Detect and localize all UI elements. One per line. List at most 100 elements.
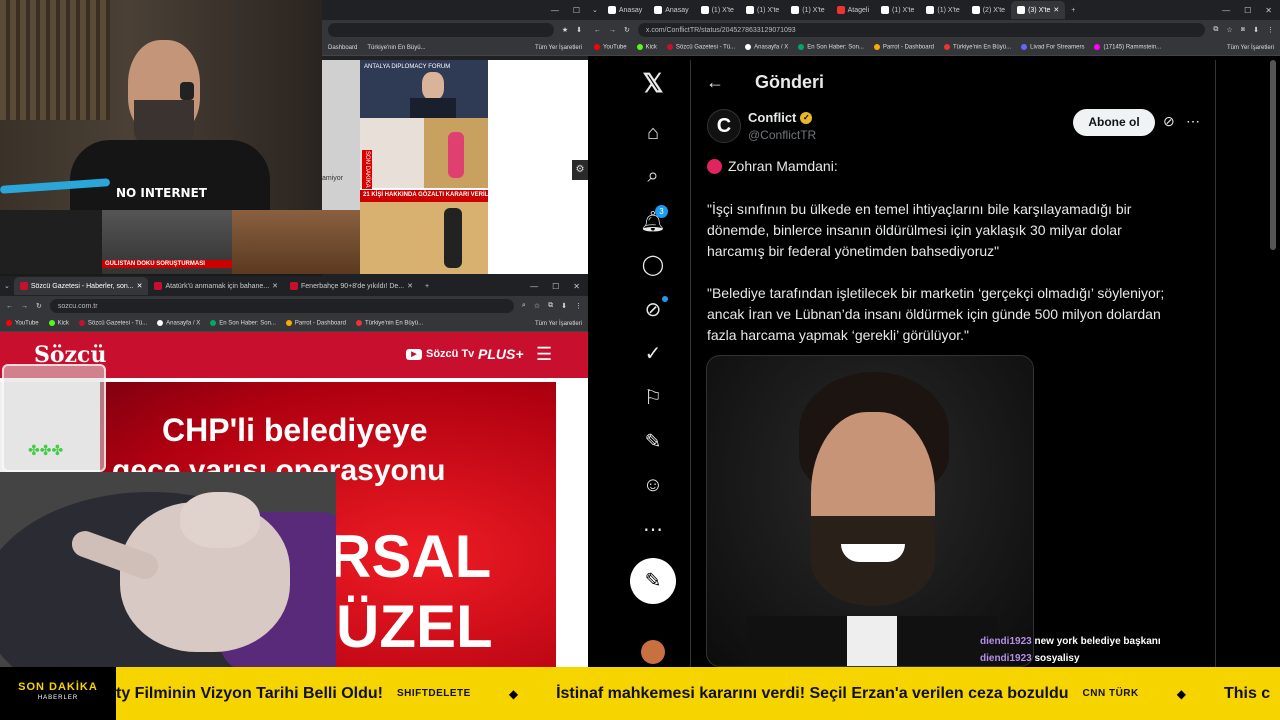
- bookmark-x[interactable]: Anasayfa / X: [745, 44, 788, 51]
- tab-sozcu[interactable]: Sözcü Gazetesi - Haberler, son... ✕: [13, 277, 149, 295]
- menu-icon[interactable]: ⋮: [1267, 26, 1274, 34]
- ticker-headline[interactable]: ty Filminin Vizyon Tarihi Belli Oldu!: [116, 685, 383, 703]
- tab-x[interactable]: (1) X'te: [695, 1, 740, 19]
- bookmark-ensonhaber[interactable]: En Son Haber: Son...: [798, 44, 864, 51]
- author-handle[interactable]: @ConflictTR: [748, 128, 816, 142]
- new-tab-button[interactable]: +: [419, 283, 435, 290]
- back-button[interactable]: ←: [706, 72, 724, 93]
- download-icon[interactable]: ⬇: [1253, 26, 1259, 34]
- bookmark-parrot[interactable]: Parrot - Dashboard: [873, 44, 934, 51]
- bookmark-kick[interactable]: Kick: [636, 44, 657, 51]
- star-icon[interactable]: ☆: [534, 302, 540, 310]
- bookmark-kick[interactable]: Kick: [48, 320, 69, 327]
- tab-ataturk[interactable]: Atatürk'ü anmamak için bahane... ✕: [148, 277, 284, 295]
- new-tab-button[interactable]: +: [1065, 7, 1081, 14]
- bookmark-parrot[interactable]: Parrot - Dashboard: [285, 320, 346, 327]
- x-logo-icon[interactable]: 𝕏: [640, 68, 666, 98]
- author-name[interactable]: Conflict ✓: [748, 110, 813, 125]
- back-icon[interactable]: ←: [6, 303, 13, 310]
- bookmark-rammstein[interactable]: (17145) Rammstein...: [1094, 44, 1161, 51]
- scrollbar[interactable]: [1270, 60, 1276, 250]
- compose-button[interactable]: ✎: [630, 558, 676, 604]
- notification-badge: 3: [655, 205, 668, 218]
- menu-icon[interactable]: ⋮: [575, 302, 582, 310]
- zoom-icon[interactable]: ⌕: [522, 302, 526, 310]
- reload-icon[interactable]: ↻: [36, 302, 42, 310]
- tab-x[interactable]: (1) X'te: [920, 1, 965, 19]
- account-avatar[interactable]: [641, 640, 665, 664]
- back-icon[interactable]: ←: [594, 27, 601, 34]
- tab-x[interactable]: (1) X'te: [740, 1, 785, 19]
- forward-icon[interactable]: →: [609, 27, 616, 34]
- more-options-icon[interactable]: ⋯: [1186, 113, 1200, 130]
- close-window-icon[interactable]: ✕: [1265, 6, 1272, 15]
- tab-atageli[interactable]: Atageli: [831, 1, 875, 19]
- maximize-icon[interactable]: ☐: [552, 282, 559, 291]
- articles-icon[interactable]: ✎: [640, 428, 666, 454]
- address-bar[interactable]: x.com/ConflictTR/status/2045278633129071…: [637, 23, 1206, 37]
- tab-menu-button[interactable]: ⌄: [0, 277, 14, 295]
- minimize-icon[interactable]: —: [530, 282, 538, 291]
- minimize-icon[interactable]: —: [551, 6, 559, 15]
- close-icon[interactable]: ✕: [1053, 6, 1059, 14]
- download-icon[interactable]: ⬇: [561, 302, 567, 310]
- bookmark-item[interactable]: Dashboard: [328, 45, 357, 51]
- profile-icon[interactable]: ☺: [640, 472, 666, 498]
- settings-icon[interactable]: ⚙: [572, 160, 588, 180]
- bookmark-all[interactable]: Tüm Yer İşaretleri: [1227, 45, 1274, 51]
- star-icon[interactable]: ☆: [1226, 26, 1232, 34]
- maximize-icon[interactable]: ☐: [573, 6, 580, 15]
- close-icon[interactable]: ✕: [137, 282, 143, 290]
- search-icon[interactable]: ⌕: [640, 163, 666, 189]
- bookmark-turkiye[interactable]: Türkiye'nin En Büyü...: [943, 44, 1011, 51]
- author-avatar[interactable]: C: [707, 109, 741, 143]
- bookmark-x[interactable]: Anasayfa / X: [157, 320, 200, 327]
- bookmark-livad[interactable]: Livad For Streamers: [1021, 44, 1084, 51]
- browser-toolbar: ★ ⬇: [322, 20, 588, 40]
- download-icon[interactable]: ⬇: [576, 26, 582, 34]
- ticker-headline[interactable]: This c: [1224, 685, 1270, 703]
- home-icon[interactable]: ⌂: [640, 120, 666, 146]
- bookmark-item[interactable]: Tüm Yer İşaretleri: [535, 45, 582, 51]
- ticker-headline[interactable]: İstinaf mahkemesi kararını verdi! Seçil …: [556, 685, 1068, 703]
- tab-x[interactable]: Anasay: [648, 1, 694, 19]
- bookmark-all[interactable]: Tüm Yer İşaretleri: [535, 321, 582, 327]
- messages-icon[interactable]: ◯: [640, 251, 666, 277]
- verified-icon[interactable]: ✓: [640, 340, 666, 366]
- plus-link[interactable]: PLUS+: [478, 346, 524, 362]
- extensions-icon[interactable]: ⧈: [1241, 26, 1245, 34]
- bookmark-icon[interactable]: ⚐: [640, 384, 666, 410]
- reload-icon[interactable]: ↻: [624, 26, 630, 34]
- address-bar[interactable]: [328, 23, 554, 37]
- tab-x[interactable]: (2) X'te: [966, 1, 1011, 19]
- close-icon[interactable]: ✕: [407, 282, 413, 290]
- more-icon[interactable]: ⋯: [640, 516, 666, 542]
- bookmark-youtube[interactable]: YouTube: [594, 44, 627, 51]
- bookmark-youtube[interactable]: YouTube: [6, 320, 39, 327]
- bookmark-ensonhaber[interactable]: En Son Haber: Son...: [210, 320, 276, 327]
- minimize-icon[interactable]: —: [1222, 6, 1230, 15]
- maximize-icon[interactable]: ☐: [1244, 6, 1251, 15]
- tab-x[interactable]: (1) X'te: [785, 1, 830, 19]
- tweet-photo[interactable]: [706, 355, 1034, 667]
- bookmark-turkiye[interactable]: Türkiye'nin En Büyü...: [355, 320, 423, 327]
- tab-x[interactable]: (1) X'te: [875, 1, 920, 19]
- bookmark-sozcu[interactable]: Sözcü Gazetesi - Tü...: [78, 320, 147, 327]
- tab-fenerbahce[interactable]: Fenerbahçe 90+8'de yıkıldı! De... ✕: [284, 277, 419, 295]
- forward-icon[interactable]: →: [21, 303, 28, 310]
- grok-icon[interactable]: ⊘: [1163, 113, 1175, 130]
- close-window-icon[interactable]: ✕: [573, 282, 580, 291]
- bookmark-item[interactable]: Türkiye'nin En Büyü...: [367, 45, 425, 51]
- star-icon[interactable]: ★: [562, 26, 568, 34]
- bookmark-sozcu[interactable]: Sözcü Gazetesi - Tü...: [666, 44, 735, 51]
- hamburger-icon[interactable]: ☰: [536, 344, 552, 365]
- tab-x[interactable]: Anasay: [602, 1, 648, 19]
- follow-button[interactable]: Abone ol: [1073, 109, 1155, 136]
- address-bar[interactable]: sozcu.com.tr: [49, 299, 514, 313]
- sozcu-tv-link[interactable]: ▶ Sözcü Tv: [406, 348, 474, 360]
- close-icon[interactable]: ✕: [272, 282, 278, 290]
- cast-icon[interactable]: ⧉: [1213, 26, 1218, 34]
- tab-menu-button[interactable]: ⌄: [588, 1, 602, 19]
- tab-x-active[interactable]: (3) X'te ✕: [1011, 1, 1066, 19]
- extensions-icon[interactable]: ⧉: [548, 302, 553, 310]
